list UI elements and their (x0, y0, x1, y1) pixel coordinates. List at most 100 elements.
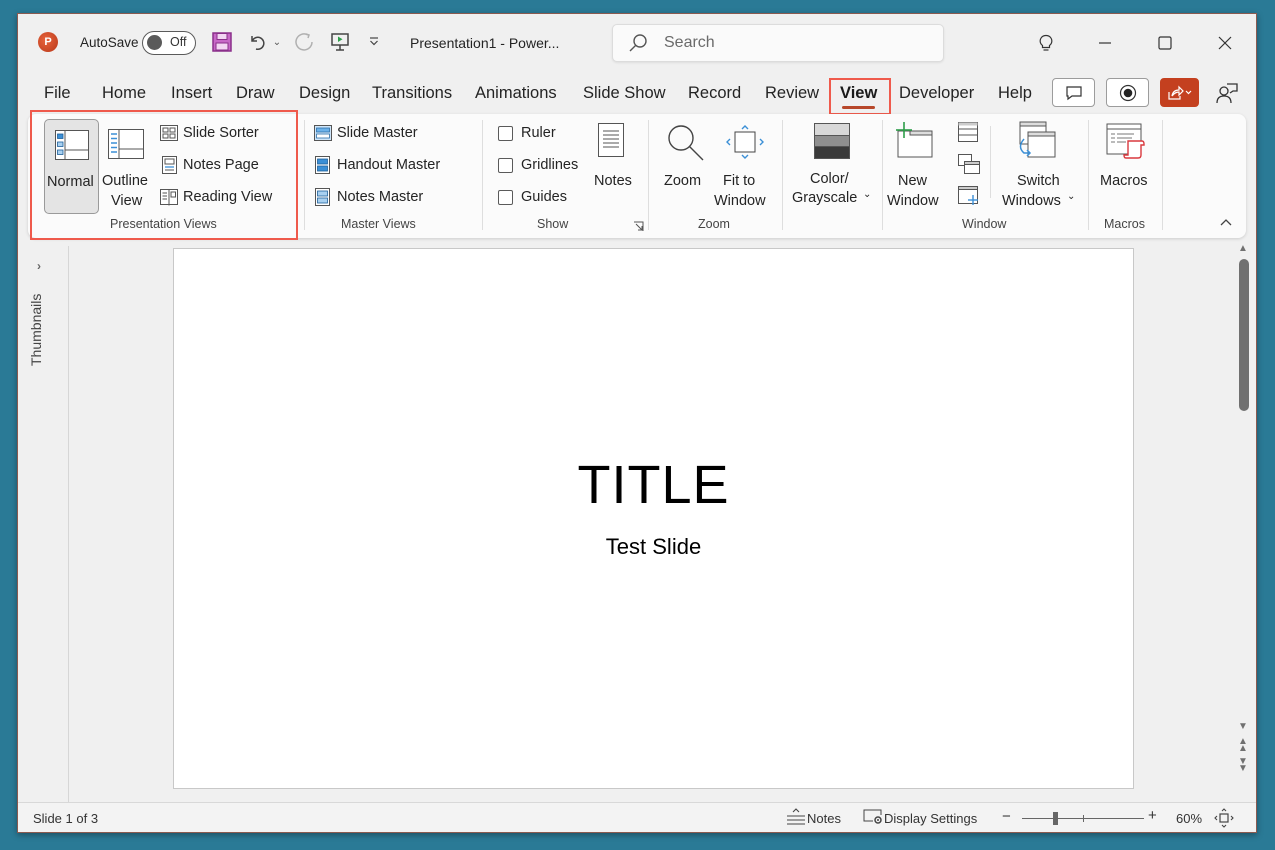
zoom-slider-thumb[interactable] (1053, 812, 1059, 825)
handout-master-button[interactable]: Handout Master (312, 155, 452, 177)
macros-group-label: Macros (1104, 217, 1145, 231)
guides-checkbox[interactable]: Guides (496, 187, 576, 209)
record-button[interactable] (1106, 78, 1149, 107)
macros-button[interactable]: Macros (1094, 119, 1158, 214)
tab-review[interactable]: Review (765, 84, 819, 103)
zoom-out-button[interactable]: − (1002, 808, 1011, 825)
autosave-toggle[interactable]: Off (142, 31, 196, 55)
guides-check-box[interactable] (498, 190, 513, 205)
view-tab-highlight (829, 78, 891, 115)
switch-windows-icon (1019, 121, 1056, 158)
zoom-group-label: Zoom (698, 217, 730, 231)
minimize-icon[interactable] (1090, 28, 1120, 58)
undo-icon[interactable] (246, 30, 270, 54)
slide-master-button[interactable]: Slide Master (312, 123, 442, 145)
ruler-checkbox[interactable]: Ruler (496, 123, 576, 145)
status-bar: Slide 1 of 3 Notes Display Settings − + … (18, 802, 1256, 832)
tab-home[interactable]: Home (102, 84, 146, 103)
switch-windows-button[interactable]: Switch Windows ⌄ (994, 119, 1076, 214)
new-window-button[interactable]: New Window (886, 119, 944, 214)
zoom-slider[interactable] (1022, 812, 1144, 825)
slide-canvas[interactable]: TITLE Test Slide (173, 248, 1134, 789)
notes-master-button[interactable]: Notes Master (312, 187, 442, 209)
new-window-icon (896, 122, 933, 158)
fit-to-window-button[interactable]: Fit to Window (714, 119, 776, 214)
customize-qat-icon[interactable] (364, 30, 384, 54)
gridlines-checkbox[interactable]: Gridlines (496, 155, 586, 177)
lightbulb-icon[interactable] (1031, 28, 1061, 58)
close-icon[interactable] (1210, 28, 1240, 58)
ruler-check-box[interactable] (498, 126, 513, 141)
group-separator (882, 120, 883, 230)
save-icon[interactable] (210, 30, 234, 54)
notes-master-icon (315, 188, 330, 206)
group-separator (990, 126, 991, 198)
powerpoint-logo-icon: P (38, 32, 58, 52)
tab-draw[interactable]: Draw (236, 84, 275, 103)
color-grayscale-icon (814, 123, 850, 159)
scrollbar-thumb[interactable] (1239, 259, 1249, 411)
group-separator (1088, 120, 1089, 230)
expand-thumbnails-icon[interactable]: › (37, 259, 41, 273)
tab-file[interactable]: File (44, 84, 71, 103)
tab-slide-show[interactable]: Slide Show (583, 84, 666, 103)
coauthor-icon[interactable] (1214, 80, 1240, 106)
new-window-label-1: New (898, 173, 928, 189)
app-icon-letter: P (44, 36, 52, 48)
display-settings-button[interactable]: Display Settings (863, 806, 983, 828)
zoom-in-button[interactable]: + (1148, 807, 1157, 824)
tab-transitions[interactable]: Transitions (372, 84, 452, 103)
fit-to-window-label-1: Fit to (723, 173, 756, 189)
window-group-label: Window (962, 217, 1007, 231)
gridlines-check-box[interactable] (498, 158, 513, 173)
tab-developer[interactable]: Developer (899, 84, 974, 103)
move-split-icon[interactable] (958, 186, 980, 208)
color-grayscale-button[interactable]: Color/ Grayscale ⌄ (788, 119, 876, 214)
slide-master-icon (314, 125, 332, 141)
zoom-button[interactable]: Zoom (656, 119, 712, 214)
slide-subtitle[interactable]: Test Slide (174, 534, 1133, 560)
color-grayscale-label-2: Grayscale (792, 190, 858, 206)
previous-slide-icon[interactable]: ▲ ▲ (1238, 737, 1248, 754)
handout-master-label: Handout Master (337, 157, 441, 173)
fit-to-window-label-2: Window (714, 193, 766, 209)
macros-icon (1106, 123, 1145, 159)
display-settings-label: Display Settings (884, 811, 978, 826)
scroll-down-icon[interactable]: ▼ (1238, 722, 1248, 732)
present-from-start-icon[interactable] (328, 30, 352, 54)
notes-master-label: Notes Master (337, 189, 424, 205)
thumbnails-label[interactable]: Thumbnails (28, 294, 44, 366)
show-dialog-launcher-icon[interactable] (633, 219, 644, 237)
cascade-icon[interactable] (958, 154, 980, 176)
share-button[interactable] (1160, 78, 1199, 107)
presentation-views-highlight (30, 110, 298, 240)
tab-help[interactable]: Help (998, 84, 1032, 103)
maximize-icon[interactable] (1150, 28, 1180, 58)
notes-icon (598, 123, 624, 157)
group-separator (482, 120, 483, 230)
vertical-scrollbar[interactable]: ▲ ▼ ▲ ▲ ▼ ▼ (1235, 242, 1251, 807)
collapse-ribbon-icon[interactable] (1220, 214, 1232, 229)
tab-record[interactable]: Record (688, 84, 741, 103)
notes-button[interactable]: Notes (586, 119, 636, 199)
fit-slide-to-window-icon[interactable] (1214, 808, 1234, 828)
tab-animations[interactable]: Animations (475, 84, 557, 103)
handout-master-icon (315, 156, 330, 174)
group-separator (782, 120, 783, 230)
tab-design[interactable]: Design (299, 84, 350, 103)
tab-insert[interactable]: Insert (171, 84, 212, 103)
zoom-level[interactable]: 60% (1176, 811, 1202, 826)
arrange-all-icon[interactable] (958, 122, 980, 144)
zoom-label: Zoom (664, 173, 702, 189)
title-bar: P AutoSave Off ⌄ Presentation1 - Power..… (18, 14, 1256, 72)
fit-to-window-icon (726, 125, 764, 159)
comments-button[interactable] (1052, 78, 1095, 107)
color-grayscale-label-1: Color/ (810, 171, 849, 187)
search-input[interactable]: Search (612, 24, 944, 62)
scroll-up-icon[interactable]: ▲ (1238, 244, 1248, 254)
slide-title[interactable]: TITLE (174, 454, 1133, 516)
undo-dropdown-icon[interactable]: ⌄ (270, 30, 284, 54)
notes-toggle-button[interactable]: Notes (784, 806, 846, 828)
next-slide-icon[interactable]: ▼ ▼ (1238, 757, 1248, 774)
ruler-label: Ruler (521, 125, 556, 141)
